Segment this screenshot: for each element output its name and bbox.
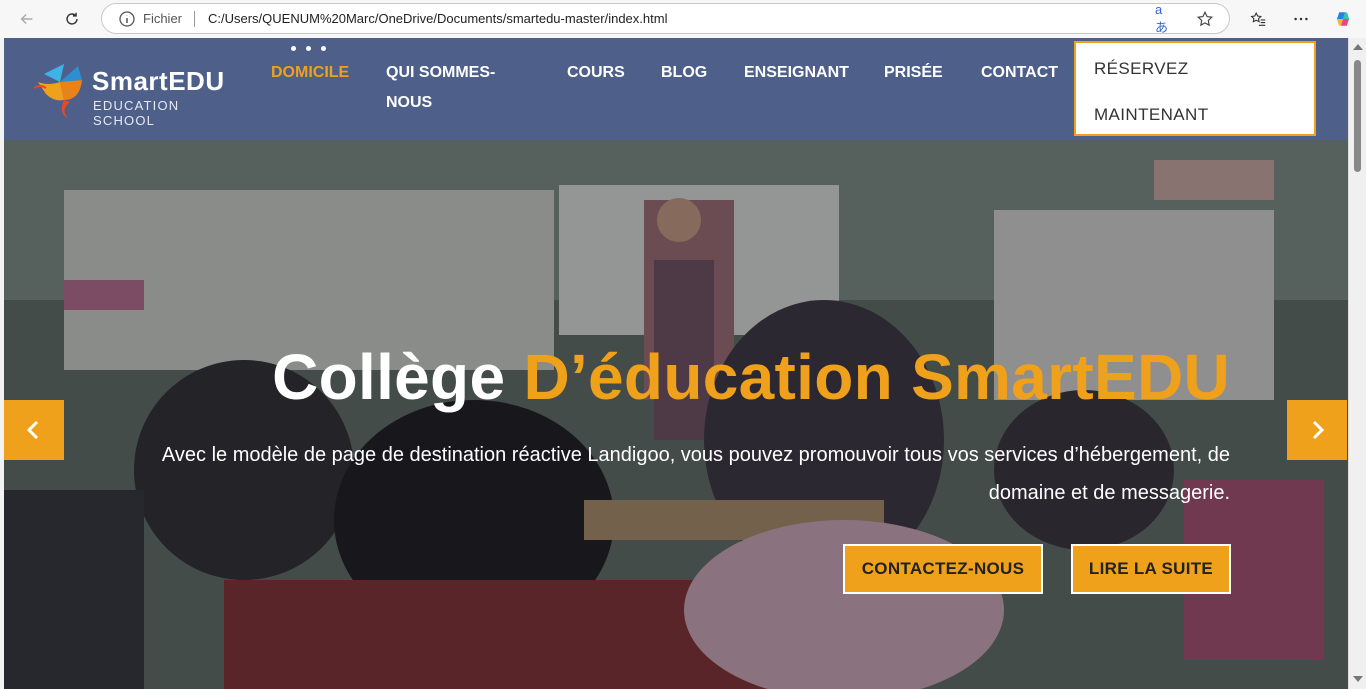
address-url[interactable]: C:/Users/QUENUM%20Marc/OneDrive/Document…: [208, 11, 667, 26]
back-icon[interactable]: [15, 7, 39, 31]
logo-subtitle: EDUCATION SCHOOL: [93, 98, 180, 128]
menu-item-cours[interactable]: COURS: [567, 58, 625, 88]
info-icon[interactable]: [118, 10, 136, 28]
menu-item-contact[interactable]: CONTACT: [981, 58, 1058, 88]
read-aloud-icon[interactable]: aあ: [1155, 2, 1175, 35]
address-bar[interactable]: Fichier C:/Users/QUENUM%20Marc/OneDrive/…: [101, 2, 1230, 35]
address-separator: [194, 11, 195, 27]
chevron-right-icon: [1312, 420, 1325, 440]
contact-us-button[interactable]: CONTACTEZ-NOUS: [843, 544, 1043, 594]
logo-title: SmartEDU: [92, 66, 225, 96]
reserve-line1: RÉSERVEZ: [1094, 59, 1189, 78]
hero-title: Collège D’éducation SmartEDU: [272, 340, 1230, 414]
menu-item-label-line2: NOUS: [386, 94, 433, 111]
more-options-icon[interactable]: [1289, 7, 1313, 31]
menu-item-label: QUI SOMMES-: [386, 64, 496, 81]
reserve-line2: MAINTENANT: [1094, 105, 1209, 124]
favorite-star-icon[interactable]: [1195, 9, 1215, 29]
scrollbar-thumb[interactable]: [1354, 60, 1361, 172]
favorites-list-icon[interactable]: [1246, 7, 1270, 31]
address-prefix: Fichier: [143, 11, 183, 26]
slider-prev-button[interactable]: [4, 400, 64, 460]
hero-title-plain: Collège: [272, 341, 524, 413]
hero-slider: Collège D’éducation SmartEDU Avec le mod…: [4, 140, 1348, 689]
browser-toolbar: Fichier C:/Users/QUENUM%20Marc/OneDrive/…: [0, 0, 1366, 38]
menu-item-qui-sommes-nous[interactable]: QUI SOMMES- NOUS: [386, 58, 495, 118]
menu-item-prisee[interactable]: PRISÉE: [884, 58, 943, 88]
site-header: SmartEDU EDUCATION SCHOOL DOMICILE QUI S…: [4, 38, 1348, 140]
hero-title-highlight: D’éducation SmartEDU: [523, 341, 1230, 413]
reserve-now-button[interactable]: RÉSERVEZ MAINTENANT: [1074, 41, 1316, 136]
page-scrollbar[interactable]: [1348, 38, 1366, 689]
read-more-button[interactable]: LIRE LA SUITE: [1071, 544, 1231, 594]
chevron-left-icon: [26, 420, 39, 440]
hero-description: Avec le modèle de page de destination ré…: [161, 444, 1230, 504]
hero-overlay: [4, 140, 1348, 689]
refresh-icon[interactable]: [60, 7, 84, 31]
site-logo[interactable]: SmartEDU EDUCATION SCHOOL: [34, 60, 244, 128]
copilot-icon[interactable]: [1331, 7, 1355, 31]
active-menu-dots: [291, 46, 331, 52]
menu-item-blog[interactable]: BLOG: [661, 58, 707, 88]
menu-item-domicile[interactable]: DOMICILE: [271, 58, 349, 88]
scroll-down-icon[interactable]: [1353, 676, 1363, 682]
slider-next-button[interactable]: [1287, 400, 1347, 460]
scroll-up-icon[interactable]: [1353, 44, 1363, 50]
page-viewport: SmartEDU EDUCATION SCHOOL DOMICILE QUI S…: [4, 38, 1348, 689]
logo-bird-icon: [34, 64, 82, 118]
menu-item-enseignant[interactable]: ENSEIGNANT: [744, 58, 849, 88]
